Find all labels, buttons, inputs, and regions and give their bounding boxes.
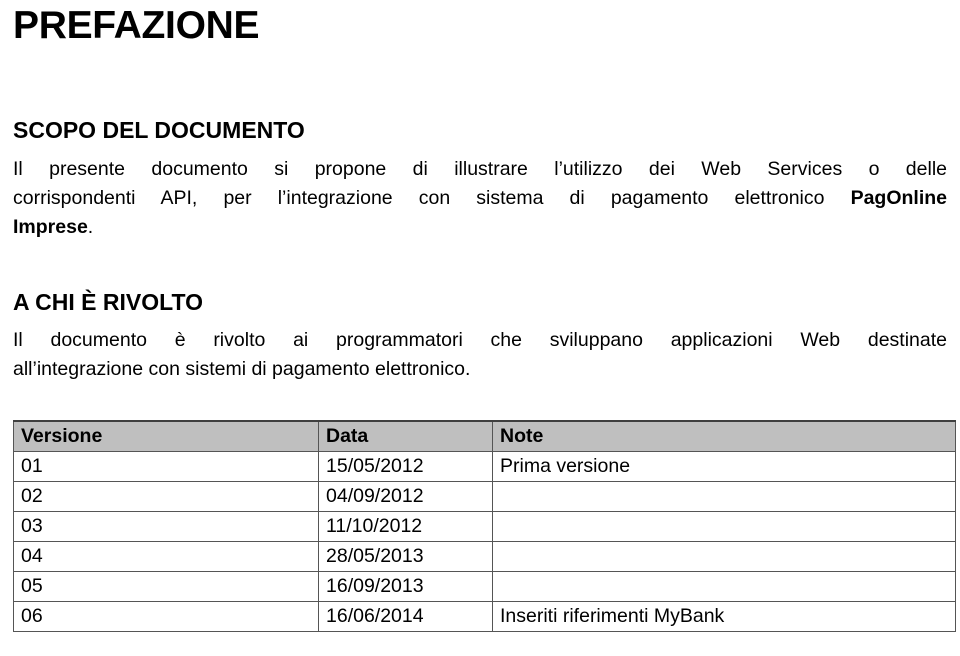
column-header-note: Note [492,419,956,452]
cell-note [492,570,956,602]
paragraph-line: Imprese. [13,213,947,242]
section-paragraph-a-chi-e-rivolto: Il documento è rivolto ai programmatori … [13,316,947,384]
cell-data: 28/05/2013 [318,540,493,572]
version-history-table: Versione Data Note 01 15/05/2012 Prima v… [13,419,956,632]
table-row: 01 15/05/2012 Prima versione [13,450,956,482]
section-paragraph-scopo: Il presente documento si propone di illu… [13,143,947,242]
cell-note [492,480,956,512]
table-row: 02 04/09/2012 [13,480,956,512]
cell-versione: 05 [13,570,319,602]
text-run-bold: PagOnline [850,187,947,210]
text-run: all’integrazione con sistemi di pagament… [13,357,471,380]
section-heading-a-chi-e-rivolto: A CHI È RIVOLTO [13,289,203,316]
cell-data: 15/05/2012 [318,450,493,482]
cell-data: 16/09/2013 [318,570,493,602]
column-header-data: Data [318,419,493,452]
version-history-table-container: Versione Data Note 01 15/05/2012 Prima v… [13,384,956,632]
cell-versione: 01 [13,450,319,482]
cell-note: Inseriti riferimenti MyBank [492,600,956,632]
cell-data: 04/09/2012 [318,480,493,512]
table-row: 05 16/09/2013 [13,570,956,602]
table-row: 03 11/10/2012 [13,510,956,542]
column-header-versione: Versione [13,419,319,452]
text-run: corrispondenti API, per l’integrazione c… [13,187,851,210]
cell-data: 16/06/2014 [318,600,493,632]
text-run-bold: Imprese [13,216,88,239]
paragraph-line: all’integrazione con sistemi di pagament… [13,355,947,384]
cell-versione: 03 [13,510,319,542]
text-run: Il presente documento si propone di illu… [13,158,947,181]
paragraph-line: Il presente documento si propone di illu… [13,155,947,184]
table-row: 06 16/06/2014 Inseriti riferimenti MyBan… [13,600,956,632]
cell-note: Prima versione [492,450,956,482]
text-run: Il documento è rivolto ai programmatori … [13,328,947,351]
cell-versione: 06 [13,600,319,632]
paragraph-line: corrispondenti API, per l’integrazione c… [13,184,947,213]
table-header-row: Versione Data Note [13,419,956,452]
cell-note [492,510,956,542]
table-row: 04 28/05/2013 [13,540,956,572]
document-page: PREFAZIONE SCOPO DEL DOCUMENTO Il presen… [0,0,960,656]
text-run: . [87,216,94,239]
page-title: PREFAZIONE [13,4,260,47]
cell-data: 11/10/2012 [318,510,493,542]
cell-note [492,540,956,572]
cell-versione: 02 [13,480,319,512]
cell-versione: 04 [13,540,319,572]
section-heading-scopo: SCOPO DEL DOCUMENTO [13,117,305,143]
paragraph-line: Il documento è rivolto ai programmatori … [13,326,947,355]
